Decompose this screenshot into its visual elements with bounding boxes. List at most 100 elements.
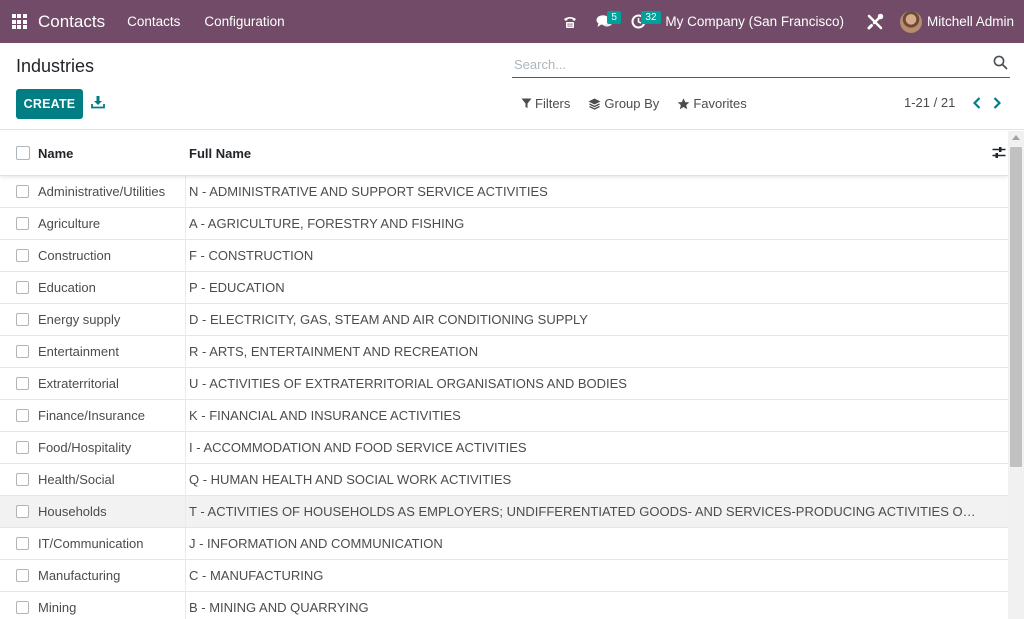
table-row[interactable]: Agriculture A - AGRICULTURE, FORESTRY AND…: [0, 207, 1008, 240]
company-switcher[interactable]: My Company (San Francisco): [665, 14, 844, 29]
row-checkbox[interactable]: [16, 537, 29, 550]
scroll-up-arrow-icon[interactable]: [1012, 135, 1020, 140]
pager-previous-button[interactable]: [967, 96, 987, 109]
table-row[interactable]: Energy supply D - ELECTRICITY, GAS, STEAM…: [0, 303, 1008, 336]
row-checkbox[interactable]: [16, 377, 29, 390]
pager-value[interactable]: 1-21 / 21: [904, 95, 955, 110]
table-row[interactable]: IT/Communication J - INFORMATION AND COMM…: [0, 527, 1008, 560]
apps-menu-button[interactable]: [0, 0, 38, 43]
optional-columns-toggle[interactable]: [992, 146, 1006, 162]
cell-full-name[interactable]: J - INFORMATION AND COMMUNICATION: [186, 536, 986, 551]
table-row[interactable]: Health/Social Q - HUMAN HEALTH AND SOCIAL…: [0, 463, 1008, 496]
cell-name[interactable]: Food/Hospitality: [38, 431, 186, 464]
cell-name[interactable]: Manufacturing: [38, 559, 186, 592]
row-select-cell: [0, 441, 38, 454]
scroll-thumb[interactable]: [1010, 147, 1022, 467]
table-row[interactable]: Administrative/Utilities N - ADMINISTRATI…: [0, 175, 1008, 208]
search-icon[interactable]: [993, 55, 1008, 70]
cell-name[interactable]: Extraterritorial: [38, 367, 186, 400]
cell-full-name[interactable]: Q - HUMAN HEALTH AND SOCIAL WORK ACTIVIT…: [186, 472, 986, 487]
cell-full-name[interactable]: T - ACTIVITIES OF HOUSEHOLDS AS EMPLOYER…: [186, 504, 986, 519]
row-checkbox[interactable]: [16, 249, 29, 262]
table-row[interactable]: Finance/Insurance K - FINANCIAL AND INSUR…: [0, 399, 1008, 432]
app-name[interactable]: Contacts: [38, 12, 105, 32]
user-menu[interactable]: Mitchell Admin: [899, 10, 1014, 33]
row-checkbox[interactable]: [16, 409, 29, 422]
phone-button[interactable]: [553, 0, 587, 43]
row-checkbox[interactable]: [16, 569, 29, 582]
select-all-cell: [0, 146, 38, 160]
messages-count-badge: 5: [607, 11, 621, 24]
page-title: Industries: [16, 56, 95, 76]
avatar: [899, 10, 922, 33]
cell-full-name[interactable]: U - ACTIVITIES OF EXTRATERRITORIAL ORGAN…: [186, 376, 986, 391]
debug-tools-button[interactable]: [858, 0, 892, 43]
select-all-checkbox[interactable]: [16, 146, 30, 160]
activities-count-badge: 32: [641, 11, 661, 24]
cell-name[interactable]: Households: [38, 495, 186, 528]
pager-next-button[interactable]: [987, 96, 1007, 109]
row-checkbox[interactable]: [16, 313, 29, 326]
cell-name[interactable]: Finance/Insurance: [38, 399, 186, 432]
row-checkbox[interactable]: [16, 217, 29, 230]
favorites-dropdown[interactable]: Favorites: [677, 96, 747, 111]
cell-name[interactable]: Construction: [38, 239, 186, 272]
table-row[interactable]: Food/Hospitality I - ACCOMMODATION AND FO…: [0, 431, 1008, 464]
cell-name[interactable]: Mining: [38, 591, 186, 619]
row-checkbox[interactable]: [16, 185, 29, 198]
table-row[interactable]: Entertainment R - ARTS, ENTERTAINMENT AND…: [0, 335, 1008, 368]
row-select-cell: [0, 473, 38, 486]
column-header-name[interactable]: Name: [38, 146, 186, 161]
row-select-cell: [0, 537, 38, 550]
cell-full-name[interactable]: F - CONSTRUCTION: [186, 248, 986, 263]
create-button[interactable]: CREATE: [16, 89, 83, 119]
cell-name[interactable]: Administrative/Utilities: [38, 175, 186, 208]
user-name: Mitchell Admin: [926, 14, 1014, 29]
menu-contacts[interactable]: Contacts: [127, 14, 180, 29]
cell-full-name[interactable]: K - FINANCIAL AND INSURANCE ACTIVITIES: [186, 408, 986, 423]
cell-name[interactable]: Entertainment: [38, 335, 186, 368]
row-checkbox[interactable]: [16, 473, 29, 486]
table-row[interactable]: Construction F - CONSTRUCTION: [0, 239, 1008, 272]
activities-button[interactable]: 32: [621, 0, 661, 43]
search-options: Filters Group By Favorites: [521, 96, 765, 111]
column-header-full-name[interactable]: Full Name: [186, 146, 986, 161]
cell-name[interactable]: Health/Social: [38, 463, 186, 496]
export-button[interactable]: [91, 95, 105, 112]
group-by-dropdown[interactable]: Group By: [588, 96, 659, 111]
list-view: Name Full Name Administrative/Utilities N…: [0, 131, 1008, 619]
row-select-cell: [0, 345, 38, 358]
table-row[interactable]: Manufacturing C - MANUFACTURING: [0, 559, 1008, 592]
download-icon: [91, 96, 105, 109]
table-row[interactable]: Households T - ACTIVITIES OF HOUSEHOLDS A…: [0, 495, 1008, 528]
menu-configuration[interactable]: Configuration: [204, 14, 284, 29]
messaging-button[interactable]: 5: [587, 0, 621, 43]
row-checkbox[interactable]: [16, 505, 29, 518]
cell-name[interactable]: Energy supply: [38, 303, 186, 336]
cell-full-name[interactable]: B - MINING AND QUARRYING: [186, 600, 986, 615]
cell-full-name[interactable]: R - ARTS, ENTERTAINMENT AND RECREATION: [186, 344, 986, 359]
row-checkbox[interactable]: [16, 345, 29, 358]
cell-full-name[interactable]: A - AGRICULTURE, FORESTRY AND FISHING: [186, 216, 986, 231]
cell-full-name[interactable]: D - ELECTRICITY, GAS, STEAM AND AIR COND…: [186, 312, 986, 327]
table-row[interactable]: Education P - EDUCATION: [0, 271, 1008, 304]
cell-full-name[interactable]: I - ACCOMMODATION AND FOOD SERVICE ACTIV…: [186, 440, 986, 455]
cell-full-name[interactable]: P - EDUCATION: [186, 280, 986, 295]
row-select-cell: [0, 377, 38, 390]
row-checkbox[interactable]: [16, 601, 29, 614]
row-checkbox[interactable]: [16, 281, 29, 294]
row-select-cell: [0, 409, 38, 422]
cell-full-name[interactable]: N - ADMINISTRATIVE AND SUPPORT SERVICE A…: [186, 184, 986, 199]
cell-name[interactable]: Agriculture: [38, 207, 186, 240]
cell-name[interactable]: IT/Communication: [38, 527, 186, 560]
row-checkbox[interactable]: [16, 441, 29, 454]
cell-name[interactable]: Education: [38, 271, 186, 304]
layers-icon: [588, 98, 601, 110]
table-row[interactable]: Extraterritorial U - ACTIVITIES OF EXTRAT…: [0, 367, 1008, 400]
table-row[interactable]: Mining B - MINING AND QUARRYING: [0, 591, 1008, 619]
search-input[interactable]: [512, 52, 982, 76]
scrollbar[interactable]: [1008, 131, 1024, 619]
cell-full-name[interactable]: C - MANUFACTURING: [186, 568, 986, 583]
top-navbar: Contacts Contacts Configuration 5 32 My …: [0, 0, 1024, 43]
filters-dropdown[interactable]: Filters: [521, 96, 570, 111]
